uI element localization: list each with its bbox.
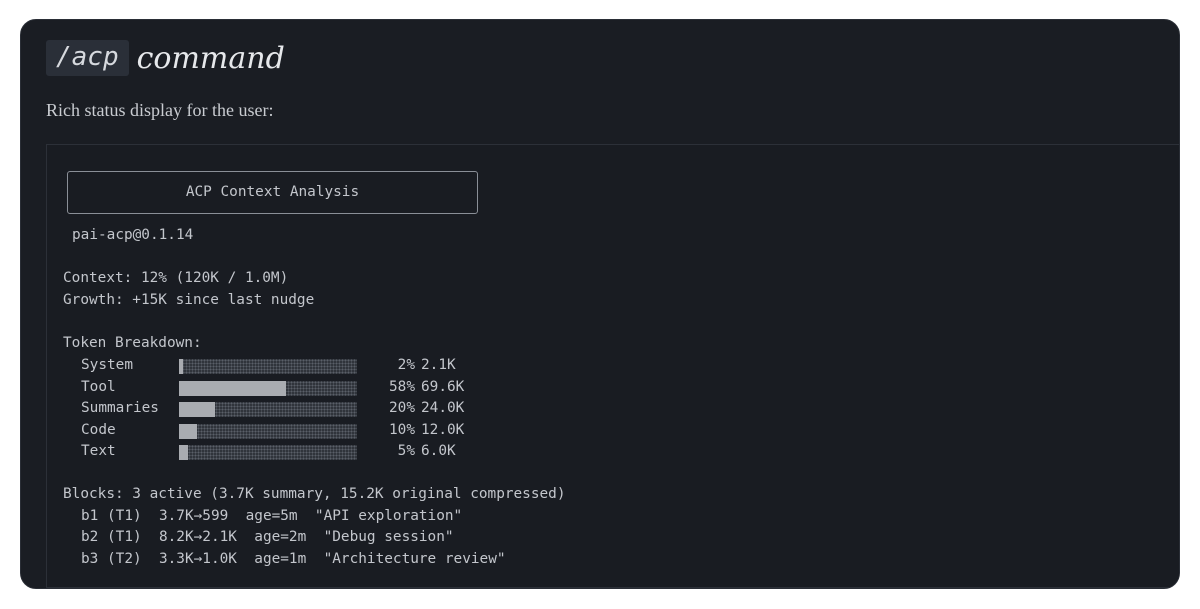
command-code: /acp (46, 40, 129, 76)
breakdown-name: System (81, 357, 133, 373)
breakdown-bar-fill (179, 402, 215, 417)
breakdown-percent: 10% (389, 422, 415, 438)
breakdown-bar-fill (179, 359, 183, 374)
version-line: pai-acp@0.1.14 (72, 227, 194, 243)
breakdown-bar (179, 424, 357, 439)
breakdown-row: Text 5% 6.0K (81, 441, 456, 463)
code-block: ACP Context Analysis pai-acp@0.1.14 Cont… (46, 144, 1179, 588)
breakdown-tokens: 69.6K (421, 379, 465, 395)
doc-card: /acp command Rich status display for the… (20, 19, 1180, 589)
block-line: b2 (T1) 8.2K→2.1K age=2m "Debug session" (81, 529, 454, 545)
breakdown-row: System 2% 2.1K (81, 355, 456, 377)
breakdown-name: Text (81, 443, 116, 459)
breakdown-row: Summaries 20% 24.0K (81, 398, 464, 420)
breakdown-percent: 20% (389, 400, 415, 416)
title-box-label: ACP Context Analysis (185, 183, 360, 200)
breakdown-tokens: 24.0K (421, 400, 465, 416)
context-line: Context: 12% (120K / 1.0M) (63, 270, 289, 286)
section-heading: /acp command (46, 40, 285, 76)
breakdown-bar (179, 381, 357, 396)
title-box: ACP Context Analysis (67, 171, 478, 214)
breakdown-percent: 2% (397, 357, 415, 373)
breakdown-tokens: 6.0K (421, 443, 456, 459)
breakdown-percent: 5% (397, 443, 415, 459)
breakdown-row: Tool 58% 69.6K (81, 377, 464, 399)
breakdown-name: Summaries (81, 400, 159, 416)
block-line: b3 (T2) 3.3K→1.0K age=1m "Architecture r… (81, 551, 506, 567)
breakdown-heading: Token Breakdown: (63, 335, 202, 351)
breakdown-bar (179, 359, 357, 374)
growth-line: Growth: +15K since last nudge (63, 292, 315, 308)
breakdown-name: Tool (81, 379, 116, 395)
breakdown-bar-fill (179, 381, 286, 396)
breakdown-percent: 58% (389, 379, 415, 395)
breakdown-bar-fill (179, 424, 197, 439)
breakdown-tokens: 12.0K (421, 422, 465, 438)
breakdown-row: Code 10% 12.0K (81, 420, 464, 442)
heading-word: command (136, 40, 285, 76)
blocks-heading: Blocks: 3 active (3.7K summary, 15.2K or… (63, 486, 566, 502)
breakdown-bar (179, 402, 357, 417)
block-line: b1 (T1) 3.7K→599 age=5m "API exploration… (81, 508, 463, 524)
breakdown-tokens: 2.1K (421, 357, 456, 373)
description-text: Rich status display for the user: (46, 100, 274, 120)
breakdown-bar-fill (179, 445, 188, 460)
breakdown-bar (179, 445, 357, 460)
breakdown-name: Code (81, 422, 116, 438)
